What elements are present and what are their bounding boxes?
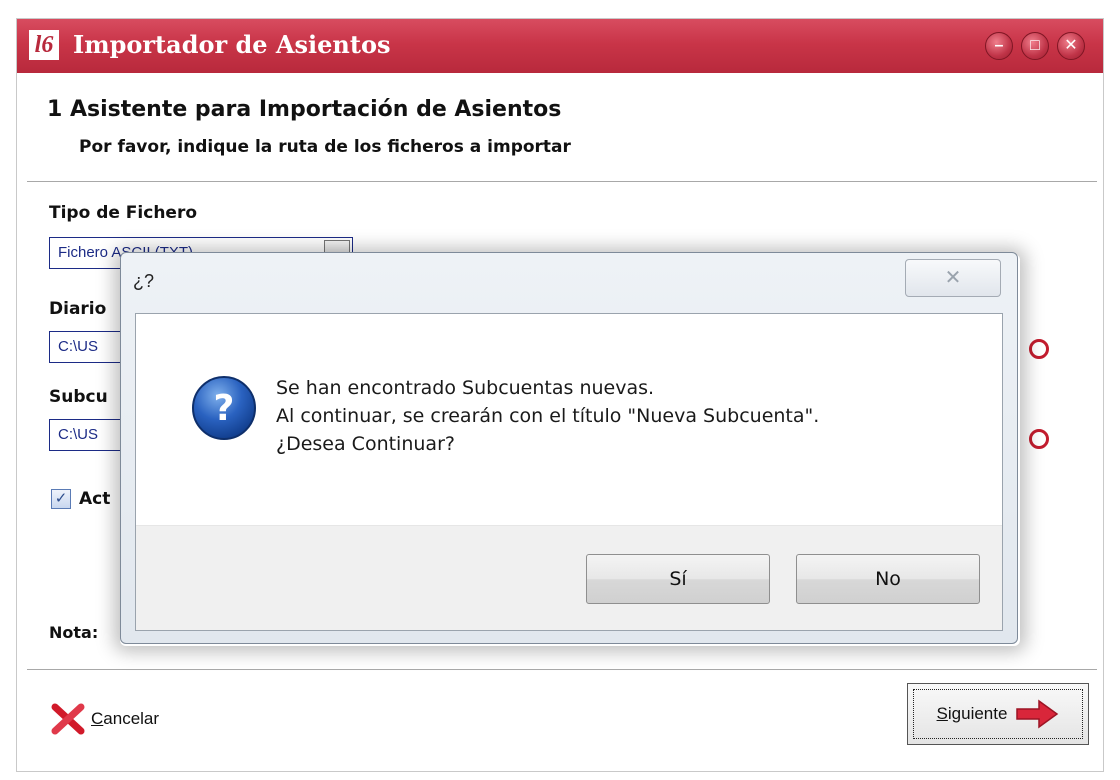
- window-title: Importador de Asientos: [73, 30, 391, 59]
- dialog-close-button[interactable]: ✕: [905, 259, 1001, 297]
- cancel-x-icon: [51, 703, 85, 735]
- browse-diario-icon[interactable]: [1029, 339, 1049, 359]
- browse-subcuentas-icon[interactable]: [1029, 429, 1049, 449]
- svg-text:?: ?: [214, 388, 235, 429]
- dialog-body: ? Se han encontrado Subcuentas nuevas. A…: [135, 313, 1003, 631]
- divider: [27, 181, 1097, 182]
- diario-label: Diario: [49, 299, 107, 319]
- step-title: 1 Asistente para Importación de Asientos: [47, 97, 562, 122]
- step-subtitle: Por favor, indique la ruta de los ficher…: [79, 137, 571, 157]
- next-button-focus: Siguiente: [913, 689, 1083, 739]
- next-button[interactable]: Siguiente: [907, 683, 1089, 745]
- actualizar-checkbox[interactable]: ✓: [51, 489, 71, 509]
- message-line: ¿Desea Continuar?: [276, 433, 455, 455]
- message-line: Se han encontrado Subcuentas nuevas.: [276, 377, 655, 399]
- dialog-footer: Sí No: [136, 525, 1002, 630]
- note-label: Nota:: [49, 623, 99, 642]
- divider: [27, 669, 1097, 670]
- dialog-title: ¿?: [133, 271, 155, 291]
- cancel-button[interactable]: Cancelar: [51, 703, 159, 735]
- checkbox-label: Act: [79, 489, 111, 509]
- confirm-dialog: ¿? ✕ ? Se han encontrado Subcuentas nuev…: [120, 252, 1018, 644]
- app-logo: l6: [29, 30, 59, 60]
- tipo-fichero-label: Tipo de Fichero: [49, 203, 198, 223]
- close-window-button[interactable]: ✕: [1057, 32, 1085, 60]
- next-label: Siguiente: [936, 704, 1008, 723]
- arrow-right-icon: [1016, 699, 1059, 729]
- subcuentas-label: Subcu: [49, 387, 108, 407]
- dialog-message: Se han encontrado Subcuentas nuevas. Al …: [276, 374, 819, 458]
- maximize-button[interactable]: □: [1021, 32, 1049, 60]
- no-button[interactable]: No: [796, 554, 980, 604]
- cancel-label: Cancelar: [91, 709, 160, 728]
- question-icon: ?: [192, 376, 256, 440]
- message-line: Al continuar, se crearán con el título "…: [276, 405, 820, 427]
- title-bar: l6 Importador de Asientos – □ ✕: [17, 19, 1103, 73]
- minimize-button[interactable]: –: [985, 32, 1013, 60]
- yes-button[interactable]: Sí: [586, 554, 770, 604]
